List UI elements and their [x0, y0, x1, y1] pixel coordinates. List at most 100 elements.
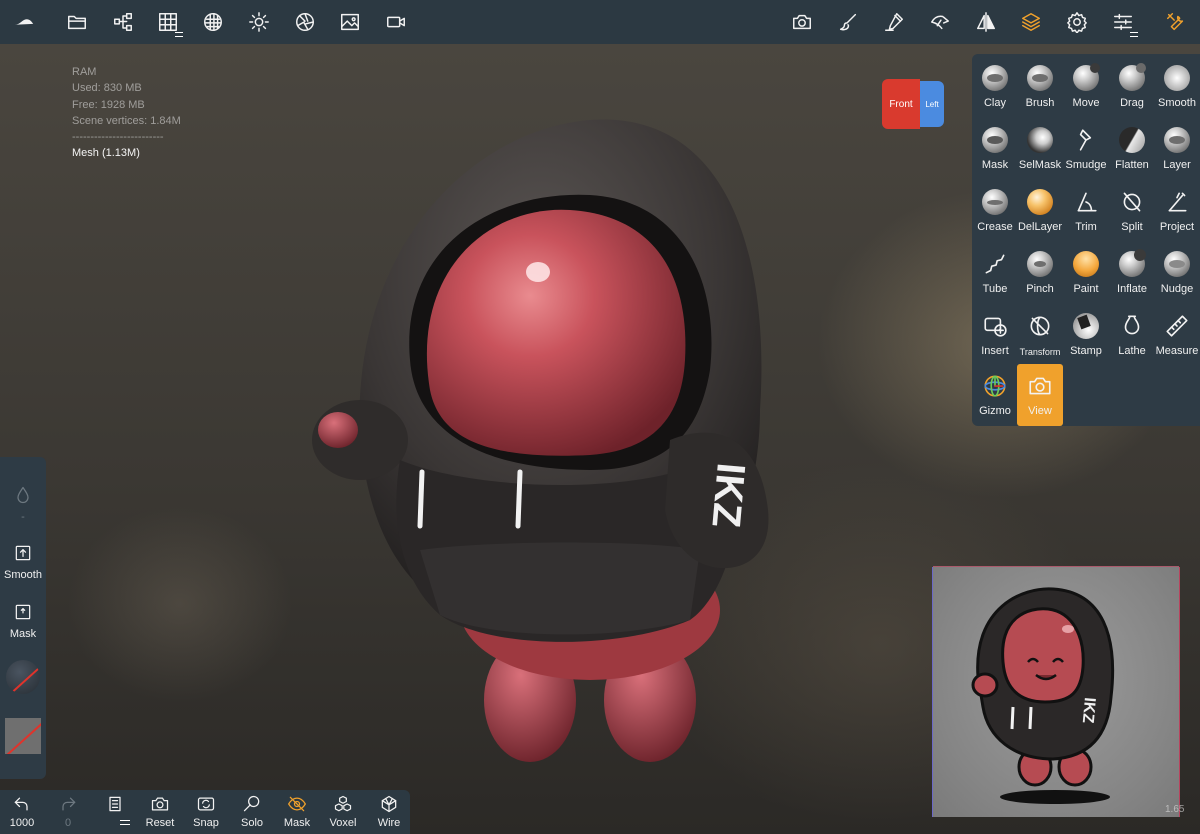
- symmetry-icon[interactable]: [970, 6, 1002, 38]
- color-swatch[interactable]: [5, 718, 41, 754]
- tool-label: Stamp: [1070, 345, 1102, 357]
- radius-value: -: [21, 511, 25, 523]
- undo-button[interactable]: 1000: [0, 794, 44, 834]
- mask-visibility-button[interactable]: Mask: [275, 794, 319, 834]
- tool-move[interactable]: Move: [1063, 56, 1109, 118]
- tool-label: Lathe: [1118, 345, 1146, 357]
- smudge-icon: [1072, 126, 1100, 154]
- stats-mesh[interactable]: Mesh (1.13M): [72, 145, 181, 161]
- background-image-icon[interactable]: [334, 6, 366, 38]
- undo-icon: [14, 797, 28, 811]
- tools-icon[interactable]: [1160, 6, 1192, 38]
- smooth-icon: [1163, 64, 1191, 92]
- tool-label: Smudge: [1065, 159, 1107, 171]
- tool-label: Drag: [1120, 97, 1144, 109]
- tool-brush[interactable]: Brush: [1017, 56, 1063, 118]
- tool-clay[interactable]: Clay: [972, 56, 1018, 118]
- left-side-panel: - Smooth Mask: [0, 457, 46, 779]
- flatten-icon: [1118, 126, 1146, 154]
- bottom-toolbar: 1000 0 Reset Snap Solo Mask Voxel Wire: [0, 790, 410, 834]
- stroke-pen-icon[interactable]: [878, 6, 910, 38]
- tool-view[interactable]: View: [1017, 364, 1063, 426]
- reference-sleeve-text: IKZ: [1079, 697, 1098, 724]
- clay-icon: [981, 64, 1009, 92]
- tool-label: Split: [1121, 221, 1143, 233]
- tool-tube[interactable]: Tube: [972, 242, 1018, 304]
- inflate-icon: [1118, 249, 1146, 278]
- tool-flatten[interactable]: Flatten: [1109, 118, 1155, 180]
- scene-tree-icon[interactable]: [107, 6, 139, 38]
- radius-slider[interactable]: -: [0, 485, 46, 523]
- tool-gizmo[interactable]: Gizmo: [972, 364, 1018, 426]
- tool-smooth[interactable]: Smooth: [1154, 56, 1200, 118]
- material-sphere-icon[interactable]: [197, 6, 229, 38]
- tool-split[interactable]: Split: [1109, 180, 1155, 242]
- smooth-button[interactable]: Smooth: [0, 543, 46, 581]
- mask-button[interactable]: Mask: [0, 602, 46, 640]
- stamp-icon: [1072, 312, 1100, 340]
- interface-icon[interactable]: [924, 6, 956, 38]
- tool-project[interactable]: Project: [1154, 180, 1200, 242]
- paint-brush-icon[interactable]: [832, 6, 864, 38]
- view-cube[interactable]: Front Left: [882, 79, 944, 129]
- snap-button[interactable]: Snap: [184, 794, 228, 834]
- tool-label: Clay: [983, 97, 1006, 109]
- view-cube-left[interactable]: Left: [920, 81, 944, 127]
- crease-icon: [981, 188, 1009, 216]
- redo-icon: [62, 797, 76, 811]
- tool-label: Layer: [1163, 159, 1191, 171]
- camera-icon[interactable]: [786, 6, 818, 38]
- voxel-button[interactable]: Voxel: [321, 794, 365, 834]
- video-record-icon[interactable]: [380, 6, 412, 38]
- solo-label: Solo: [240, 817, 264, 829]
- tool-selmask[interactable]: SelMask: [1017, 118, 1063, 180]
- tool-label: Pinch: [1026, 283, 1054, 295]
- tool-lathe[interactable]: Lathe: [1109, 304, 1155, 366]
- light-sun-icon[interactable]: [243, 6, 275, 38]
- tool-insert[interactable]: Insert: [972, 304, 1018, 366]
- nomad-logo-icon[interactable]: [8, 6, 40, 38]
- settings-gear-icon[interactable]: [1061, 6, 1093, 38]
- reset-button[interactable]: Reset: [138, 794, 182, 834]
- camera-icon: [1026, 372, 1054, 400]
- folder-icon[interactable]: [61, 6, 93, 38]
- tool-stamp[interactable]: Stamp: [1063, 304, 1109, 366]
- sculpt-model[interactable]: IKZ: [290, 110, 790, 770]
- tool-inflate[interactable]: Inflate: [1109, 242, 1155, 304]
- layers-icon[interactable]: [1015, 6, 1047, 38]
- tool-label: Inflate: [1117, 283, 1147, 295]
- lathe-icon: [1118, 312, 1146, 340]
- tool-drag[interactable]: Drag: [1109, 56, 1155, 118]
- face-highlight: [526, 262, 550, 282]
- tool-measure[interactable]: Measure: [1154, 304, 1200, 366]
- tool-label: Project: [1159, 221, 1195, 233]
- tool-dellayer[interactable]: DelLayer: [1017, 180, 1063, 242]
- tool-mask[interactable]: Mask: [972, 118, 1018, 180]
- nudge-icon: [1163, 250, 1191, 278]
- postprocess-shutter-icon[interactable]: [289, 6, 321, 38]
- tool-label: Crease: [977, 221, 1013, 233]
- tools-panel: Clay Brush Move Drag Smooth Mask SelMask…: [972, 54, 1200, 426]
- solo-button[interactable]: Solo: [230, 794, 274, 834]
- view-cube-front[interactable]: Front: [882, 79, 920, 129]
- tool-crease[interactable]: Crease: [972, 180, 1018, 242]
- sliders-icon[interactable]: [1107, 6, 1139, 38]
- tool-smudge[interactable]: Smudge: [1063, 118, 1109, 180]
- tool-layer[interactable]: Layer: [1154, 118, 1200, 180]
- material-swatch[interactable]: [6, 660, 40, 694]
- tool-label: Mask: [981, 159, 1009, 171]
- mask-visibility-label: Mask: [283, 817, 311, 829]
- tool-label: Brush: [1025, 97, 1055, 109]
- tool-trim[interactable]: Trim: [1063, 180, 1109, 242]
- tool-transform[interactable]: Transform: [1017, 304, 1063, 366]
- tool-nudge[interactable]: Nudge: [1154, 242, 1200, 304]
- topology-grid-icon[interactable]: [152, 6, 184, 38]
- wireframe-icon: [381, 795, 397, 813]
- reference-image[interactable]: IKZ: [933, 567, 1179, 817]
- tool-paint[interactable]: Paint: [1063, 242, 1109, 304]
- redo-button[interactable]: 0: [46, 794, 90, 834]
- tool-label: Trim: [1075, 221, 1097, 233]
- tool-pinch[interactable]: Pinch: [1017, 242, 1063, 304]
- wire-button[interactable]: Wire: [367, 794, 411, 834]
- history-button[interactable]: [93, 794, 137, 834]
